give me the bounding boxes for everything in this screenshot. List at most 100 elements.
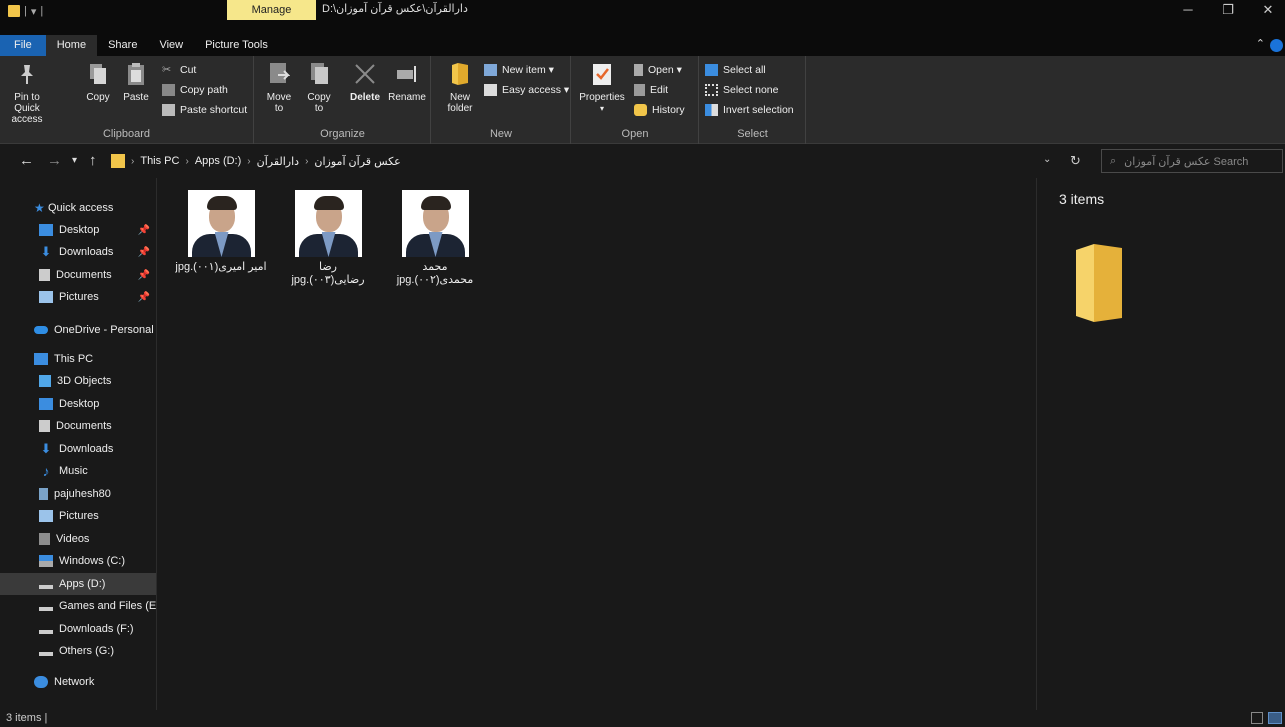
back-arrow-icon[interactable]: ←: [19, 152, 34, 169]
sidebar-item-network[interactable]: Network: [0, 671, 156, 693]
tab-view[interactable]: View: [148, 35, 194, 56]
status-item-count: 3 items |: [6, 712, 48, 724]
pin-icon[interactable]: 📌: [138, 225, 150, 236]
toolbar-separator: |: [40, 5, 44, 17]
up-arrow-icon[interactable]: ↑: [89, 152, 97, 169]
recent-locations-icon[interactable]: ▾: [72, 155, 77, 166]
delete-button[interactable]: Delete: [347, 60, 383, 103]
select-all-icon: [705, 64, 718, 76]
star-icon: ★: [34, 201, 45, 215]
sidebar-item-downloads[interactable]: ⬇ Downloads: [0, 438, 156, 460]
cut-button[interactable]: ✂ Cut: [162, 64, 196, 76]
select-group: Select all Select none Invert selection …: [700, 56, 806, 144]
drive-icon: [39, 602, 53, 611]
sidebar-item-quick-access[interactable]: ★ Quick access: [0, 197, 156, 219]
navigation-pane: ★ Quick access Desktop 📌 ⬇ Downloads 📌 D…: [0, 178, 157, 710]
address-history-icon[interactable]: ⌄: [1043, 154, 1051, 165]
collapse-ribbon-icon[interactable]: ⌃: [1256, 37, 1265, 50]
properties-button[interactable]: Properties ▾: [576, 60, 628, 114]
paste-shortcut-button[interactable]: Paste shortcut: [162, 104, 247, 116]
file-item[interactable]: محمد محمدی(۰۰۲).jpg: [387, 190, 483, 287]
item-count-label: 3 items: [1059, 191, 1105, 207]
easy-access-button[interactable]: Easy access ▾: [484, 84, 569, 96]
sidebar-item-downloads-f[interactable]: Downloads (F:): [0, 618, 156, 640]
sidebar-item-documents[interactable]: Documents: [0, 415, 156, 437]
tab-share[interactable]: Share: [97, 35, 148, 56]
sidebar-item-downloads-qa[interactable]: ⬇ Downloads 📌: [0, 241, 156, 263]
edit-button[interactable]: Edit: [634, 84, 668, 96]
sidebar-item-pictures[interactable]: Pictures: [0, 505, 156, 527]
sidebar-item-3d-objects[interactable]: 3D Objects: [0, 370, 156, 392]
sidebar-item-games-and-files-e[interactable]: Games and Files (E:): [0, 595, 156, 617]
sidebar-item-windows-c[interactable]: Windows (C:): [0, 550, 156, 572]
new-folder-button[interactable]: New folder: [440, 60, 480, 114]
refresh-icon[interactable]: ↻: [1070, 153, 1081, 169]
breadcrumb-separator: ›: [185, 155, 189, 167]
pin-icon[interactable]: 📌: [138, 292, 150, 303]
search-input[interactable]: ⌕ Search عکس قرآن آموزان: [1101, 149, 1283, 173]
properties-dropdown-icon[interactable]: ▾: [600, 103, 604, 114]
address-bar[interactable]: › This PC › Apps (D:) › دارالقرآن › عکس …: [107, 149, 1031, 173]
open-button[interactable]: Open ▾: [634, 64, 682, 76]
sidebar-item-desktop-qa[interactable]: Desktop 📌: [0, 219, 156, 241]
breadcrumb-separator: ›: [247, 155, 251, 167]
tab-picture-tools[interactable]: Picture Tools: [194, 35, 279, 56]
restore-button[interactable]: ❐: [1210, 0, 1246, 20]
file-name: رضا: [318, 261, 337, 273]
copy-path-button[interactable]: Copy path: [162, 84, 228, 96]
copy-icon: [86, 60, 110, 88]
pin-icon[interactable]: 📌: [138, 270, 150, 281]
paste-button[interactable]: Paste: [120, 60, 152, 103]
pin-to-quick-access-button[interactable]: Pin to Quick access: [4, 60, 50, 125]
sidebar-item-this-pc[interactable]: This PC: [0, 348, 156, 370]
select-label: Select: [737, 128, 768, 140]
folder-icon[interactable]: [8, 5, 20, 17]
sidebar-item-music[interactable]: ♪ Music: [0, 460, 156, 482]
file-name-line2: رضایی(۰۰۳).jpg: [291, 274, 365, 286]
drive-icon: [39, 647, 53, 656]
tab-file[interactable]: File: [0, 35, 46, 56]
file-item[interactable]: رضا رضایی(۰۰۳).jpg: [280, 190, 376, 287]
minimize-button[interactable]: ─: [1170, 0, 1206, 20]
pin-icon[interactable]: 📌: [138, 247, 150, 258]
sidebar-item-pajuhesh80[interactable]: pajuhesh80: [0, 483, 156, 505]
large-icons-view-icon[interactable]: [1268, 712, 1282, 724]
sidebar-item-desktop[interactable]: Desktop: [0, 393, 156, 415]
breadcrumb-separator: ›: [305, 155, 309, 167]
breadcrumb-apps-d[interactable]: Apps (D:): [195, 155, 241, 167]
help-icon[interactable]: [1270, 39, 1283, 52]
paste-shortcut-icon: [162, 104, 175, 116]
sidebar-item-onedrive[interactable]: OneDrive - Personal: [0, 319, 156, 341]
sidebar-item-videos[interactable]: Videos: [0, 528, 156, 550]
select-none-icon: [705, 84, 718, 96]
breadcrumb-this-pc[interactable]: This PC: [140, 155, 179, 167]
invert-selection-button[interactable]: Invert selection: [705, 104, 794, 116]
sidebar-item-documents-qa[interactable]: Documents 📌: [0, 264, 156, 286]
manage-context-tab[interactable]: Manage: [227, 0, 316, 20]
toolbar-separator: |: [24, 5, 27, 17]
sidebar-item-apps-d[interactable]: Apps (D:): [0, 573, 156, 595]
select-all-button[interactable]: Select all: [705, 64, 766, 76]
open-icon: [634, 64, 643, 76]
history-button[interactable]: History: [634, 104, 685, 116]
close-button[interactable]: ✕: [1250, 0, 1285, 20]
copy-button[interactable]: Copy: [84, 60, 112, 103]
move-to-icon: [267, 60, 291, 88]
move-to-button[interactable]: Move to: [263, 60, 295, 114]
tab-home[interactable]: Home: [45, 35, 98, 56]
network-icon: [34, 676, 48, 688]
sidebar-item-others-g[interactable]: Others (G:): [0, 640, 156, 662]
select-none-button[interactable]: Select none: [705, 84, 778, 96]
breadcrumb-dar-al-quran[interactable]: دارالقرآن: [257, 155, 299, 168]
copy-to-icon: [307, 60, 331, 88]
customize-toolbar-icon[interactable]: ▾: [31, 5, 37, 18]
new-item-button[interactable]: New item ▾: [484, 64, 554, 76]
new-group: New folder New item ▾ Easy access ▾ New: [432, 56, 571, 144]
file-item[interactable]: امیر امیری(۰۰۱).jpg: [173, 190, 269, 274]
rename-button[interactable]: Rename: [387, 60, 427, 103]
copy-to-button[interactable]: Copy to: [303, 60, 335, 114]
forward-arrow-icon[interactable]: →: [47, 152, 62, 169]
details-view-icon[interactable]: [1251, 712, 1263, 724]
breadcrumb-current-folder[interactable]: عکس قرآن آموزان: [314, 155, 400, 168]
sidebar-item-pictures-qa[interactable]: Pictures 📌: [0, 286, 156, 308]
